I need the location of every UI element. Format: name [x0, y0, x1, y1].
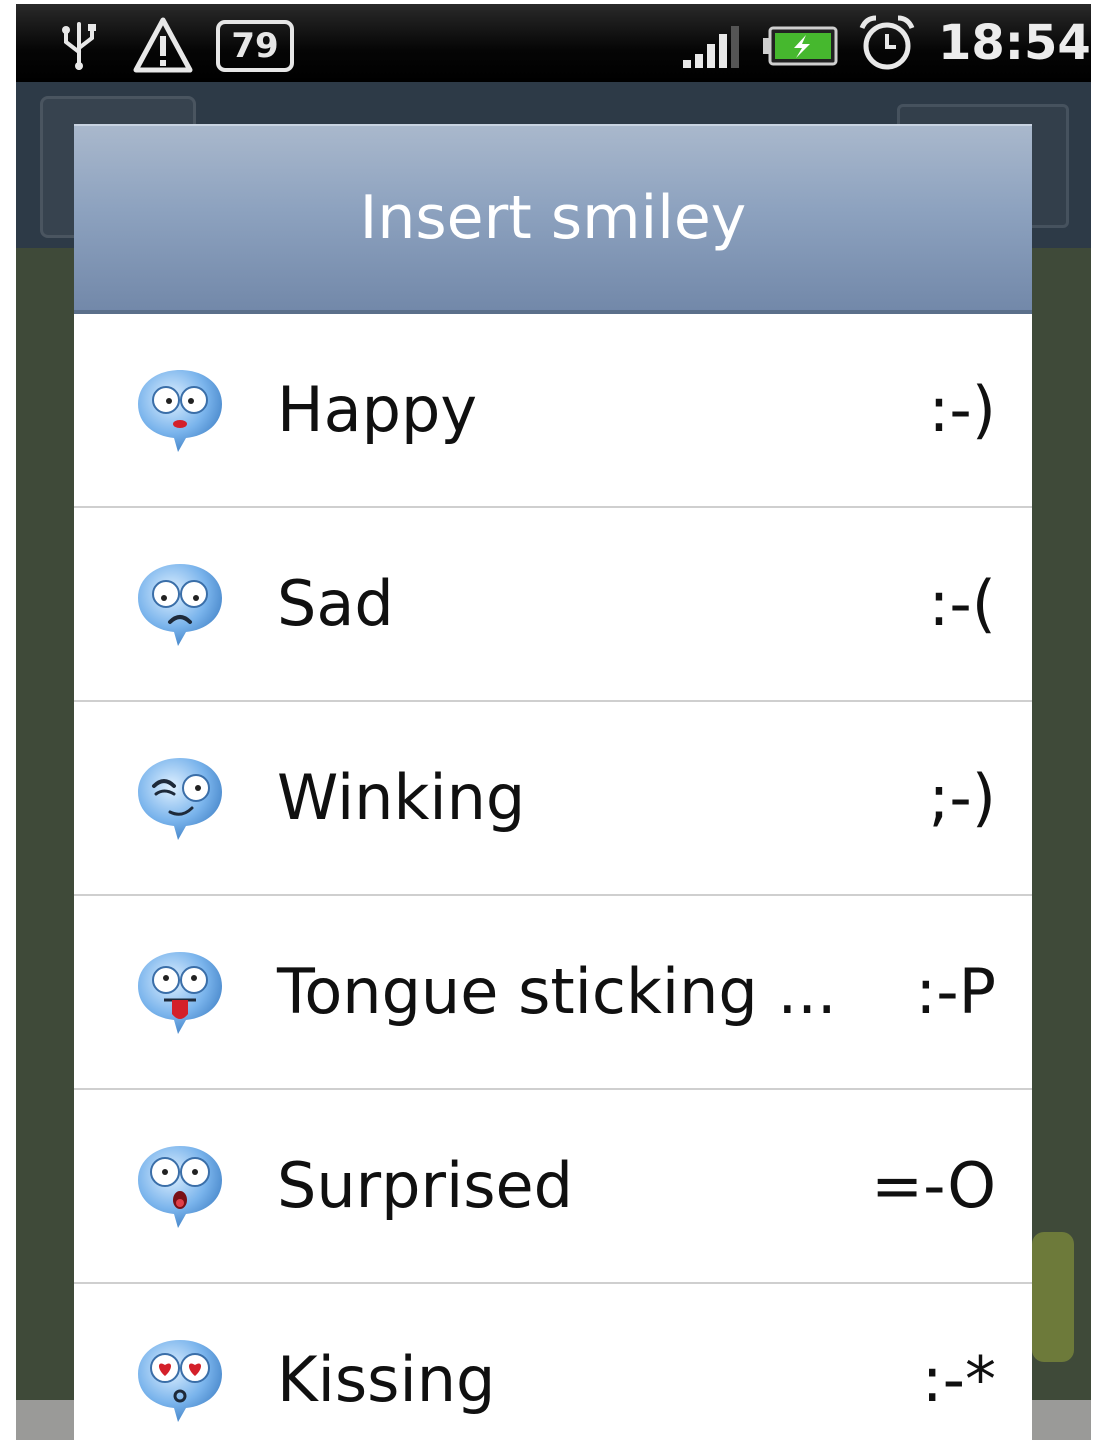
background-send-button [1032, 1232, 1074, 1362]
smiley-code-label: :-* [921, 1343, 996, 1416]
battery-charging-icon [763, 26, 838, 66]
smiley-list: Happy :-) Sad :-(Winking ;-) Tongue sti… [74, 314, 1032, 1440]
smiley-name-label: Tongue sticking ... [277, 955, 837, 1028]
notification-count-badge: 79 [216, 20, 294, 72]
surprised-smiley-icon [134, 1142, 226, 1230]
usb-icon [62, 22, 96, 70]
smiley-name-label: Happy [277, 373, 478, 446]
kissing-smiley-icon [134, 1336, 226, 1424]
smiley-code-label: =-O [871, 1149, 996, 1222]
smiley-item-winking[interactable]: Winking ;-) [74, 702, 1032, 896]
smiley-code-label: :-P [915, 955, 996, 1028]
smiley-code-label: :-( [928, 567, 996, 640]
sad-smiley-icon [134, 560, 226, 648]
smiley-name-label: Kissing [277, 1343, 496, 1416]
smiley-name-label: Surprised [277, 1149, 574, 1222]
warning-icon [133, 17, 193, 73]
alarm-clock-icon [859, 15, 915, 70]
smiley-item-sad[interactable]: Sad :-( [74, 508, 1032, 702]
insert-smiley-dialog: Insert smiley Happy :-) Sad:-(Winking … [74, 124, 1032, 1440]
smiley-item-happy[interactable]: Happy :-) [74, 314, 1032, 508]
smiley-code-label: :-) [928, 373, 996, 446]
smiley-name-label: Sad [277, 567, 394, 640]
signal-icon [683, 26, 739, 68]
smiley-name-label: Winking [277, 761, 526, 834]
dialog-title: Insert smiley [359, 183, 747, 253]
smiley-code-label: ;-) [928, 761, 996, 834]
status-bar: 79 18:54 [16, 4, 1091, 82]
tongue-smiley-icon [134, 948, 226, 1036]
clock-time: 18:54 [938, 15, 1091, 71]
happy-smiley-icon [134, 366, 226, 454]
smiley-item-kissing[interactable]: Kissing :-* [74, 1284, 1032, 1440]
smiley-item-tongue-sticking[interactable]: Tongue sticking ... :-P [74, 896, 1032, 1090]
smiley-item-surprised[interactable]: Surprised =-O [74, 1090, 1032, 1284]
dialog-header: Insert smiley [74, 124, 1032, 312]
winking-smiley-icon [134, 754, 226, 842]
